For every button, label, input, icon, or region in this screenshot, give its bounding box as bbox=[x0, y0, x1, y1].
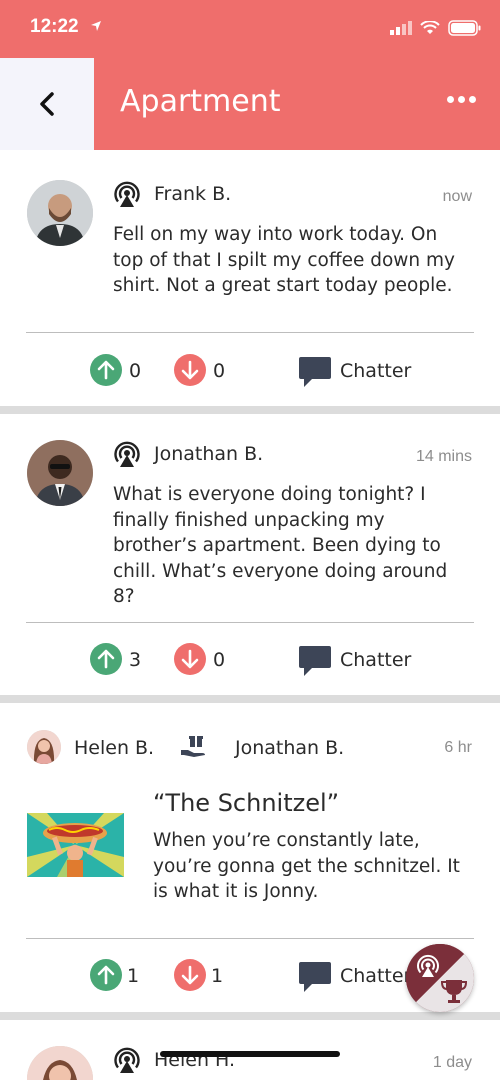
chatter-button[interactable]: Chatter bbox=[298, 643, 411, 677]
schnitzel-award-illustration bbox=[27, 813, 124, 877]
downvote-button[interactable] bbox=[174, 354, 206, 386]
status-indicators bbox=[390, 20, 482, 36]
arrow-up-icon bbox=[97, 965, 115, 985]
post-actions: 0 0 Chatter bbox=[0, 350, 500, 390]
cellular-signal-icon bbox=[390, 21, 412, 35]
back-button[interactable] bbox=[0, 58, 94, 150]
avatar[interactable] bbox=[27, 180, 93, 246]
downvote-button[interactable] bbox=[174, 959, 206, 991]
app-header: 12:22 Apartment bbox=[0, 0, 500, 150]
arrow-up-icon bbox=[97, 649, 115, 669]
broadcast-award-fab[interactable] bbox=[406, 944, 474, 1012]
broadcast-icon bbox=[114, 441, 140, 467]
more-dot bbox=[469, 96, 476, 103]
upvote-count: 1 bbox=[127, 965, 140, 987]
downvote-button[interactable] bbox=[174, 643, 206, 675]
status-time: 12:22 bbox=[30, 16, 79, 37]
chatter-label: Chatter bbox=[340, 649, 412, 671]
more-dot bbox=[458, 96, 465, 103]
post-text: Fell on my way into work today. On top o… bbox=[113, 224, 455, 296]
chatter-button[interactable]: Chatter bbox=[298, 354, 411, 388]
chatter-label: Chatter bbox=[340, 360, 412, 382]
post-author[interactable]: Frank B. bbox=[154, 183, 231, 205]
upvote-count: 3 bbox=[129, 649, 142, 671]
chat-bubble-icon bbox=[299, 357, 331, 387]
post-card: Jonathan B. 14 mins What is everyone doi… bbox=[0, 414, 500, 696]
downvote-count: 0 bbox=[213, 649, 226, 671]
chevron-left-icon bbox=[40, 92, 54, 116]
broadcast-icon bbox=[114, 181, 140, 207]
award-recipient[interactable]: Jonathan B. bbox=[235, 737, 344, 759]
upvote-button[interactable] bbox=[90, 643, 122, 675]
upvote-button[interactable] bbox=[90, 959, 122, 991]
post-time: 14 mins bbox=[415, 448, 472, 465]
more-dot bbox=[447, 96, 454, 103]
divider bbox=[26, 332, 474, 333]
post-separator bbox=[0, 695, 500, 703]
post-time: 6 hr bbox=[444, 739, 472, 756]
post-time: 1 day bbox=[432, 1054, 472, 1071]
avatar[interactable] bbox=[27, 1046, 93, 1080]
post-separator bbox=[0, 406, 500, 414]
arrow-down-icon bbox=[181, 649, 199, 669]
chat-bubble-icon bbox=[299, 962, 331, 992]
sender-avatar[interactable] bbox=[27, 730, 61, 764]
post-card: Helen H. 1 day bbox=[0, 1020, 500, 1080]
award-sender[interactable]: Helen B. bbox=[74, 737, 154, 759]
post-author[interactable]: Jonathan B. bbox=[154, 443, 263, 465]
arrow-down-icon bbox=[181, 360, 199, 380]
post-actions: 3 0 Chatter bbox=[0, 639, 500, 679]
upvote-button[interactable] bbox=[90, 354, 122, 386]
downvote-count: 0 bbox=[213, 360, 226, 382]
post-card: Frank B. now Fell on my way into work to… bbox=[0, 150, 500, 408]
post-separator bbox=[0, 1012, 500, 1020]
chat-bubble-icon bbox=[299, 646, 331, 676]
gift-hand-icon bbox=[181, 736, 205, 757]
post-text: What is everyone doing tonight? I finall… bbox=[113, 484, 448, 607]
divider bbox=[26, 622, 474, 623]
location-arrow-icon bbox=[91, 21, 101, 31]
downvote-count: 1 bbox=[211, 965, 224, 987]
page-title: Apartment bbox=[120, 84, 281, 119]
broadcast-icon bbox=[114, 1047, 140, 1073]
battery-icon bbox=[448, 20, 481, 36]
divider bbox=[26, 938, 474, 939]
avatar[interactable] bbox=[27, 440, 93, 506]
upvote-count: 0 bbox=[129, 360, 142, 382]
post-time: now bbox=[442, 188, 472, 205]
chatter-button[interactable]: Chatter bbox=[298, 959, 411, 993]
award-title: “The Schnitzel” bbox=[153, 789, 340, 817]
arrow-down-icon bbox=[181, 965, 199, 985]
arrow-up-icon bbox=[97, 360, 115, 380]
wifi-icon bbox=[420, 21, 440, 34]
broadcast-trophy-icon bbox=[406, 944, 474, 1012]
more-button[interactable] bbox=[447, 96, 476, 103]
home-indicator bbox=[160, 1051, 340, 1057]
chatter-label: Chatter bbox=[340, 965, 412, 987]
award-image[interactable] bbox=[27, 813, 124, 877]
award-text: When you’re constantly late, you’re gonn… bbox=[153, 830, 460, 902]
